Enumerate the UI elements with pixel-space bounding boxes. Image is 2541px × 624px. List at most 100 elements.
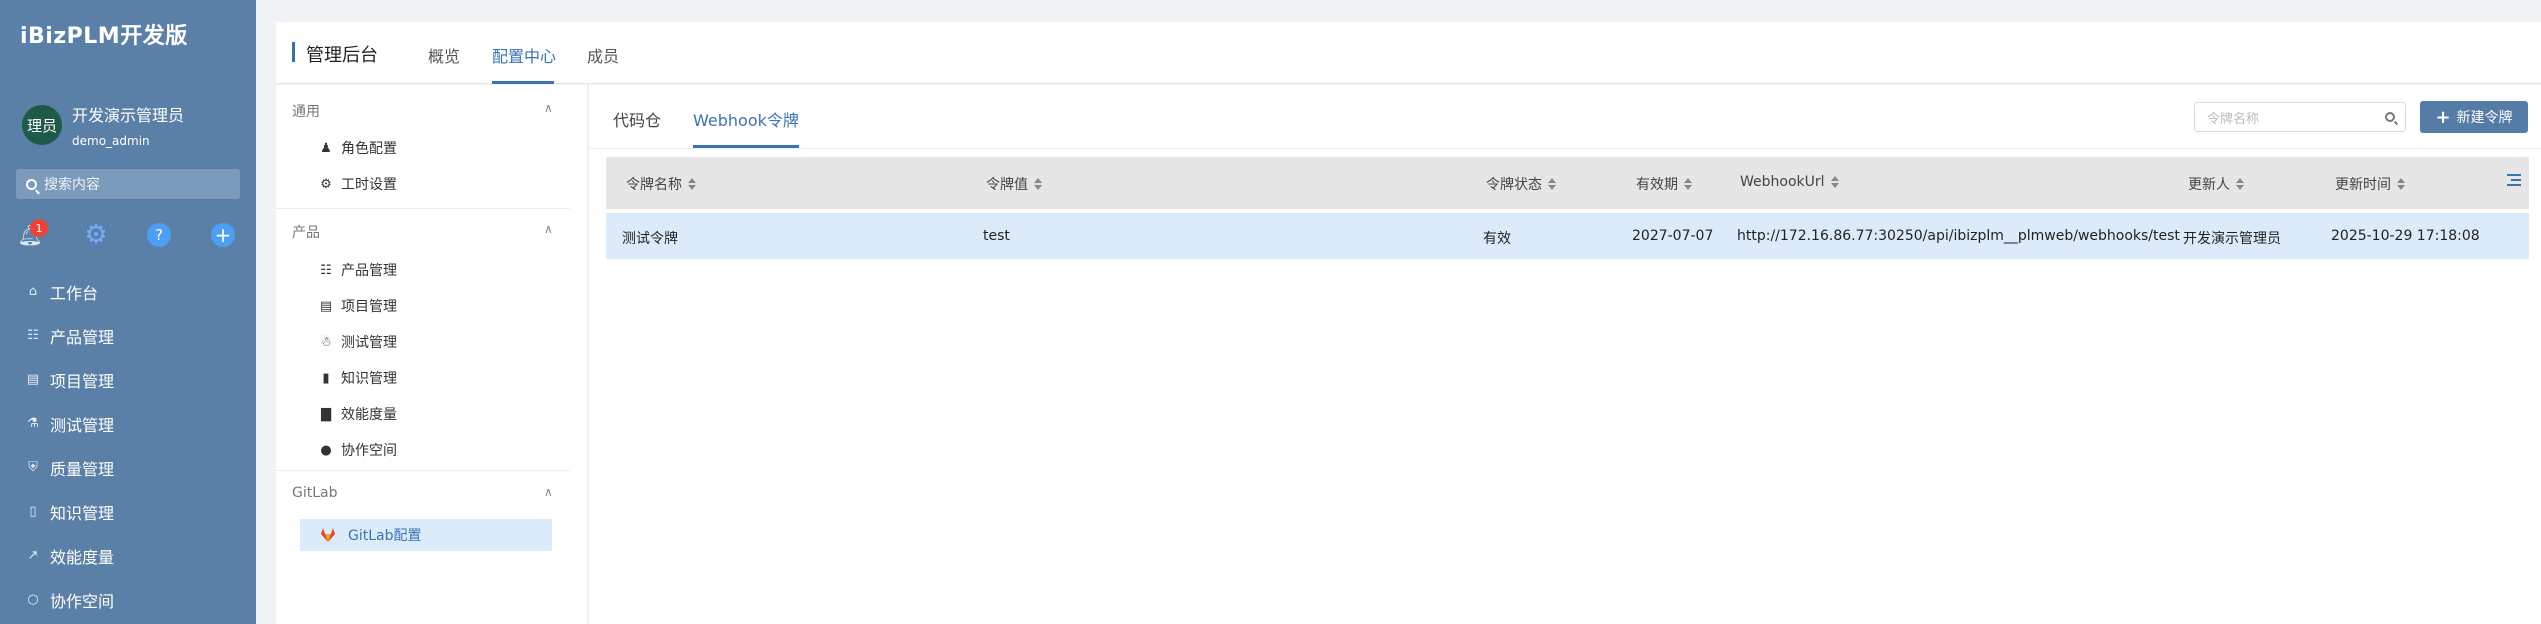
chevron-up-icon[interactable]: ∧ — [544, 222, 553, 236]
add-icon[interactable]: + — [211, 223, 235, 247]
chevron-up-icon[interactable]: ∧ — [544, 485, 553, 499]
bar-chart-icon: ▇ — [321, 406, 331, 422]
table-row[interactable]: 测试令牌 test 有效 2027-07-07 http://172.16.86… — [606, 213, 2529, 259]
tab-config-center[interactable]: 配置中心 — [492, 43, 556, 67]
cell-expiry: 2027-07-07 — [1632, 228, 1714, 244]
column-header-name[interactable]: 令牌名称 — [626, 174, 696, 194]
help-icon[interactable]: ? — [147, 223, 171, 247]
token-search-input[interactable]: 令牌名称 — [2194, 102, 2406, 132]
sidebar-item-projects[interactable]: ▤ 项目管理 — [0, 358, 256, 402]
top-bar: 管理后台 概览 配置中心 成员 — [276, 22, 2541, 84]
tab-code-repo[interactable]: 代码仓 — [613, 107, 661, 131]
config-item-roles[interactable]: ♟ 角色配置 — [318, 138, 397, 158]
search-icon[interactable] — [2385, 112, 2395, 122]
sidebar-item-label: 产品管理 — [50, 328, 115, 347]
users-icon: ♟ — [320, 140, 332, 156]
column-header-webhook-url[interactable]: WebhookUrl — [1740, 174, 1839, 190]
sort-icon[interactable] — [1830, 176, 1839, 188]
column-settings-icon[interactable] — [2507, 174, 2521, 188]
sidebar-item-workbench[interactable]: ⌂ 工作台 — [0, 270, 256, 314]
sort-icon[interactable] — [2236, 178, 2244, 190]
config-item-gitlab[interactable]: GitLab配置 — [300, 519, 552, 551]
sidebar-search-input[interactable]: 搜索内容 — [16, 169, 240, 199]
title-accent-bar — [292, 42, 295, 62]
cell-value: test — [983, 228, 1010, 244]
column-header-updated-at[interactable]: 更新时间 — [2335, 174, 2405, 194]
sidebar-item-label: 项目管理 — [50, 372, 115, 391]
sort-icon[interactable] — [1034, 178, 1042, 190]
gear-icon[interactable]: ⚙︎ — [84, 220, 108, 250]
search-icon — [26, 178, 37, 190]
config-item-label: 角色配置 — [341, 141, 397, 157]
config-item-label: 效能度量 — [341, 407, 397, 423]
sort-icon[interactable] — [1548, 178, 1556, 190]
book-icon: ▯ — [29, 504, 37, 519]
sort-icon[interactable] — [2397, 178, 2405, 190]
plus-icon: + — [2435, 106, 2451, 128]
divider — [276, 470, 570, 471]
cell-name: 测试令牌 — [622, 231, 678, 247]
config-item-label: 项目管理 — [341, 299, 397, 315]
cell-webhook-url: http://172.16.86.77:30250/api/ibizplm__p… — [1737, 228, 2180, 244]
sidebar-item-testing[interactable]: ⚗︎ 测试管理 — [0, 402, 256, 446]
divider — [276, 208, 570, 209]
bug-icon: ☃︎ — [320, 334, 332, 350]
sidebar: iBizPLM开发版 理员 开发演示管理员 demo_admin 搜索内容 🔔︎… — [0, 0, 256, 624]
sidebar-search-placeholder: 搜索内容 — [44, 177, 100, 193]
config-item-project-mgmt[interactable]: ▤ 项目管理 — [318, 296, 397, 316]
new-token-button[interactable]: + 新建令牌 — [2420, 101, 2528, 133]
column-label: 有效期 — [1636, 177, 1678, 193]
book-icon: ▮ — [322, 370, 330, 386]
group-header-gitlab[interactable]: GitLab — [292, 485, 338, 501]
config-item-test-mgmt[interactable]: ☃︎ 测试管理 — [318, 332, 397, 352]
config-panel: 通用 ∧ ♟ 角色配置 ⚙︎ 工时设置 产品 ∧ ☷ 产品管理 ▤ 项目管理 ☃︎ 测试管… — [276, 85, 588, 624]
folder-icon: ▤ — [26, 372, 40, 387]
sidebar-item-label: 协作空间 — [50, 592, 115, 611]
tab-overview[interactable]: 概览 — [428, 43, 460, 67]
gear-icon: ⚙︎ — [320, 176, 332, 192]
column-header-expiry[interactable]: 有效期 — [1636, 174, 1692, 194]
user-profile[interactable]: 理员 开发演示管理员 demo_admin — [22, 102, 184, 148]
sort-icon[interactable] — [1684, 178, 1692, 190]
group-header-product[interactable]: 产品 — [292, 222, 320, 242]
sidebar-item-metrics[interactable]: ↗ 效能度量 — [0, 534, 256, 578]
gitlab-icon — [321, 528, 335, 542]
divider — [589, 148, 2541, 149]
column-label: 令牌状态 — [1486, 177, 1542, 193]
tab-webhook-tokens[interactable]: Webhook令牌 — [693, 107, 799, 131]
chevron-up-icon[interactable]: ∧ — [544, 101, 553, 115]
avatar: 理员 — [22, 105, 62, 145]
config-item-worktime[interactable]: ⚙︎ 工时设置 — [318, 174, 397, 194]
group-header-general[interactable]: 通用 — [292, 101, 320, 121]
config-item-knowledge-mgmt[interactable]: ▮ 知识管理 — [318, 368, 397, 388]
sidebar-item-label: 知识管理 — [50, 504, 115, 523]
config-item-collab[interactable]: ● 协作空间 — [318, 440, 397, 460]
tab-members[interactable]: 成员 — [587, 43, 619, 67]
sidebar-item-products[interactable]: ☷ 产品管理 — [0, 314, 256, 358]
grid-icon: ☷ — [320, 262, 332, 278]
sidebar-item-label: 效能度量 — [50, 548, 115, 567]
chat-icon: ● — [320, 442, 332, 458]
user-name: 开发演示管理员 — [72, 106, 185, 125]
config-item-product-mgmt[interactable]: ☷ 产品管理 — [318, 260, 397, 280]
config-item-metrics[interactable]: ▇ 效能度量 — [318, 404, 397, 424]
column-header-status[interactable]: 令牌状态 — [1486, 174, 1556, 194]
page-title: 管理后台 — [306, 45, 378, 66]
active-tab-indicator — [492, 81, 554, 84]
column-label: 更新时间 — [2335, 177, 2391, 193]
chat-icon: ○ — [27, 592, 39, 607]
column-label: 令牌名称 — [626, 177, 682, 193]
config-item-label: 协作空间 — [341, 443, 397, 459]
sidebar-item-label: 工作台 — [50, 284, 99, 303]
cell-updated-by: 开发演示管理员 — [2183, 231, 2281, 247]
column-label: 令牌值 — [986, 177, 1028, 193]
sidebar-item-knowledge[interactable]: ▯ 知识管理 — [0, 490, 256, 534]
user-id: demo_admin — [72, 134, 150, 148]
sort-icon[interactable] — [688, 178, 696, 190]
file-icon: ▤ — [319, 298, 333, 314]
sidebar-item-quality[interactable]: ⛨ 质量管理 — [0, 446, 256, 490]
column-header-updated-by[interactable]: 更新人 — [2188, 174, 2244, 194]
column-header-value[interactable]: 令牌值 — [986, 174, 1042, 194]
sidebar-item-collab[interactable]: ○ 协作空间 — [0, 578, 256, 622]
sidebar-item-label: 测试管理 — [50, 416, 115, 435]
